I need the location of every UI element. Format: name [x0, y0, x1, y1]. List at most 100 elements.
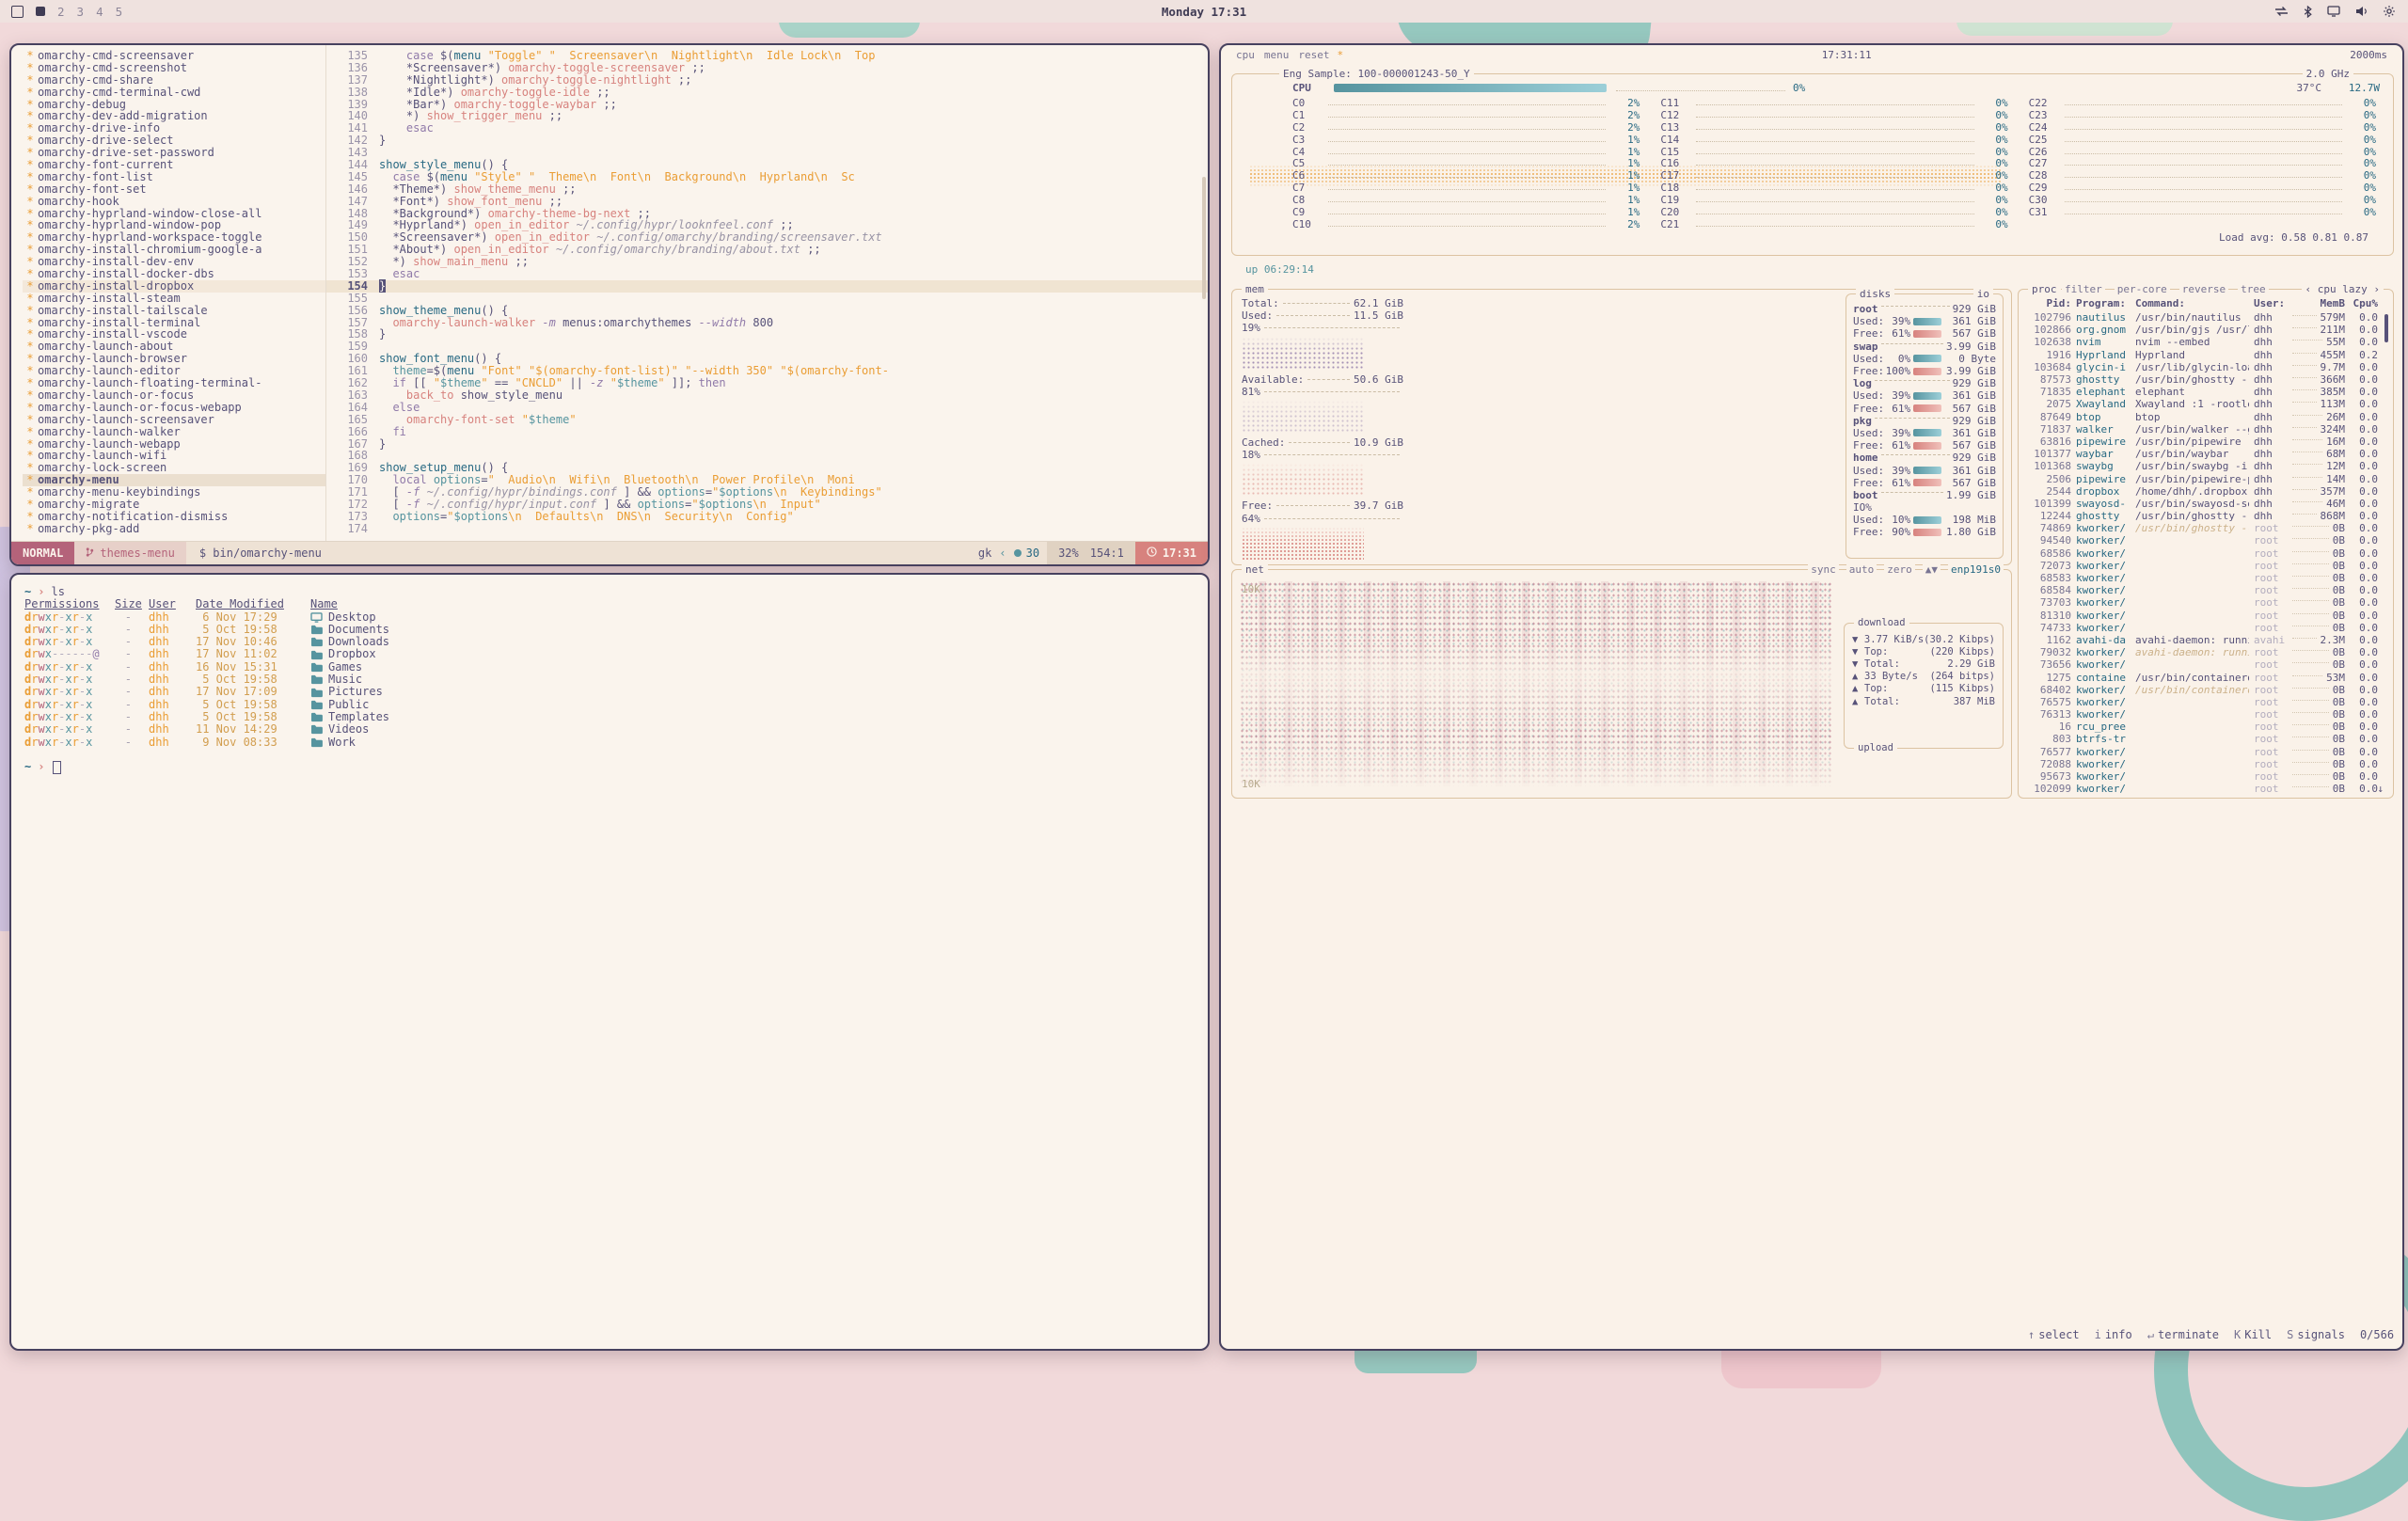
process-row[interactable]: 101377 waybar /usr/bin/waybar dhh 68M 0.… [2028, 448, 2378, 460]
process-row[interactable]: 95673 kworker/ root 0B 0.0 [2028, 770, 2378, 783]
file-item[interactable]: * omarchy-migrate [23, 499, 325, 511]
file-item[interactable]: * omarchy-font-set [23, 183, 325, 196]
net-zero-toggle[interactable]: zero [1884, 562, 1915, 577]
code-line[interactable]: 142 } [326, 135, 1208, 147]
proc-sort-mode[interactable]: ‹ cpu lazy › [2302, 282, 2384, 296]
process-row[interactable]: 72073 kworker/ root 0B 0.0 [2028, 560, 2378, 572]
file-item[interactable]: * omarchy-launch-or-focus-webapp [23, 402, 325, 414]
process-row[interactable]: 73703 kworker/ root 0B 0.0 [2028, 596, 2378, 609]
process-row[interactable]: 68583 kworker/ root 0B 0.0 [2028, 572, 2378, 584]
btop-menu-tab[interactable]: cpu [1236, 49, 1255, 61]
process-row[interactable]: 103684 glycin-i /usr/lib/glycin-loaders … [2028, 361, 2378, 373]
process-row[interactable]: 72088 kworker/ root 0B 0.0 [2028, 758, 2378, 770]
terminal-window[interactable]: ~ › ls Permissions Size User Date Modifi… [9, 573, 1210, 1351]
process-row[interactable]: 71837 walker /usr/bin/walker --gappl dhh… [2028, 423, 2378, 436]
code-line[interactable]: 152 *) show_main_menu ;; [326, 256, 1208, 268]
file-item[interactable]: * omarchy-install-steam [23, 293, 325, 305]
code-line[interactable]: 158 } [326, 328, 1208, 341]
proc-header-program[interactable]: Program: [2076, 297, 2131, 309]
process-row[interactable]: 71835 elephant elephant dhh 385M 0.0 [2028, 386, 2378, 398]
proc-per-core-toggle[interactable]: per-core [2115, 282, 2170, 296]
code-line[interactable]: 163 back_to show_style_menu [326, 389, 1208, 402]
process-row[interactable]: 803 btrfs-tr root 0B 0.0 [2028, 733, 2378, 745]
code-line[interactable]: 141 esac [326, 122, 1208, 135]
proc-header-command[interactable]: Command: [2135, 297, 2249, 309]
process-row[interactable]: 68402 kworker/ /usr/bin/containerd root … [2028, 684, 2378, 696]
code-line[interactable]: 165 omarchy-font-set "$theme" [326, 414, 1208, 426]
net-auto-toggle[interactable]: auto [1846, 562, 1877, 577]
proc-header-mem[interactable]: MemB [2292, 297, 2345, 309]
footer-key-hint[interactable]: ↵terminate [2147, 1328, 2219, 1341]
process-row[interactable]: 102099 kworker/ root 0B 0.0 [2028, 783, 2378, 795]
code-line[interactable]: 166 fi [326, 426, 1208, 438]
editor-scrollbar[interactable] [1202, 177, 1206, 299]
proc-tree-toggle[interactable]: tree [2238, 282, 2269, 296]
file-item[interactable]: * omarchy-launch-floating-terminal- [23, 377, 325, 389]
process-row[interactable]: 73656 kworker/ root 0B 0.0 [2028, 658, 2378, 671]
process-row[interactable]: 76575 kworker/ root 0B 0.0 [2028, 696, 2378, 708]
file-item[interactable]: * omarchy-launch-or-focus [23, 389, 325, 402]
code-line[interactable]: 157 omarchy-launch-walker -m menus:omarc… [326, 317, 1208, 329]
file-item[interactable]: * omarchy-cmd-share [23, 74, 325, 87]
process-row[interactable]: 102866 org.gnom /usr/bin/gjs /usr/lib/o … [2028, 324, 2378, 336]
volume-icon[interactable] [2355, 6, 2368, 17]
code-line[interactable]: 174 [326, 523, 1208, 535]
proc-reverse-toggle[interactable]: reverse [2179, 282, 2228, 296]
file-item[interactable]: * omarchy-notification-dismiss [23, 511, 325, 523]
process-row[interactable]: 2075 Xwayland Xwayland :1 -rootless - dh… [2028, 398, 2378, 410]
process-row[interactable]: 16 rcu_pree root 0B 0.0 [2028, 721, 2378, 733]
file-item[interactable]: * omarchy-pkg-add [23, 523, 325, 535]
process-row[interactable]: 2506 pipewire /usr/bin/pipewire-pulse dh… [2028, 472, 2378, 484]
proc-scrollbar[interactable] [2384, 314, 2388, 342]
process-row[interactable]: 2544 dropbox /home/dhh/.dropbox-dist dhh… [2028, 485, 2378, 498]
process-row[interactable]: 68586 kworker/ root 0B 0.0 [2028, 547, 2378, 560]
file-item[interactable]: * omarchy-install-docker-dbs [23, 268, 325, 280]
disks-io-toggle[interactable]: io [1973, 287, 1993, 301]
file-item[interactable]: * omarchy-font-current [23, 159, 325, 171]
scroll-down-icon[interactable]: ↓ [2377, 783, 2384, 795]
footer-key-hint[interactable]: ↑select [2028, 1328, 2080, 1341]
terminal-prompt[interactable]: ~ › [24, 761, 1208, 773]
btop-menu-tab[interactable]: menu [1264, 49, 1290, 61]
process-row[interactable]: 79032 kworker/ avahi-daemon: running [ r… [2028, 646, 2378, 658]
update-interval[interactable]: 2000ms [2350, 49, 2387, 61]
proc-header-user[interactable]: User: [2254, 297, 2288, 309]
file-item[interactable]: * omarchy-cmd-screenshot [23, 62, 325, 74]
process-row[interactable]: 1162 avahi-da avahi-daemon: running [ av… [2028, 634, 2378, 646]
process-row[interactable]: 101399 swayosd- /usr/bin/swayosd-server … [2028, 498, 2378, 510]
net-sync-toggle[interactable]: sync [1808, 562, 1839, 577]
process-row[interactable]: 1275 containe /usr/bin/containerd root 5… [2028, 671, 2378, 683]
code-pane[interactable]: 135 case $(menu "Toggle" " Screensaver\n… [326, 45, 1208, 541]
display-icon[interactable] [2327, 6, 2340, 17]
process-row[interactable]: 87649 btop btop dhh 26M 0.0 [2028, 411, 2378, 423]
bluetooth-icon[interactable] [2304, 6, 2312, 18]
code-line[interactable]: 154 } [326, 280, 1208, 293]
process-row[interactable]: 94540 kworker/ root 0B 0.0 [2028, 534, 2378, 547]
code-line[interactable]: 140 *) show_trigger_menu ;; [326, 110, 1208, 122]
settings-gear-icon[interactable] [2384, 6, 2395, 17]
file-item[interactable]: * omarchy-install-tailscale [23, 305, 325, 317]
file-item[interactable]: * omarchy-launch-screensaver [23, 414, 325, 426]
proc-filter-button[interactable]: filter [2062, 282, 2105, 296]
code-line[interactable]: 173 options="$options\n Defaults\n DNS\n… [326, 511, 1208, 523]
process-row[interactable]: 74733 kworker/ root 0B 0.0 [2028, 622, 2378, 634]
process-row[interactable]: 76313 kworker/ root 0B 0.0 [2028, 708, 2378, 721]
proc-header-cpu[interactable]: Cpu% [2350, 297, 2378, 309]
code-line[interactable]: 153 esac [326, 268, 1208, 280]
process-row[interactable]: 68584 kworker/ root 0B 0.0 [2028, 584, 2378, 596]
process-row[interactable]: 12244 ghostty /usr/bin/ghostty --gtk- dh… [2028, 510, 2378, 522]
footer-key-hint[interactable]: iinfo [2095, 1328, 2132, 1341]
process-row[interactable]: 1916 Hyprland Hyprland dhh 455M 0.2 [2028, 349, 2378, 361]
footer-key-hint[interactable]: KKill [2234, 1328, 2272, 1341]
process-row[interactable]: 87573 ghostty /usr/bin/ghostty --gtk- dh… [2028, 373, 2378, 386]
btop-menu-tab[interactable]: reset [1298, 49, 1329, 61]
process-row[interactable]: 102796 nautilus /usr/bin/nautilus --new … [2028, 311, 2378, 324]
proc-header-pid[interactable]: Pid: [2028, 297, 2071, 309]
code-line[interactable]: 167 } [326, 438, 1208, 451]
footer-key-hint[interactable]: Ssignals [2287, 1328, 2345, 1341]
net-arrows-icon[interactable]: ▲▼ [1923, 562, 1941, 577]
file-item[interactable]: * omarchy-launch-walker [23, 426, 325, 438]
file-item[interactable]: * omarchy-font-list [23, 171, 325, 183]
process-row[interactable]: 74869 kworker/ /usr/bin/ghostty --gtk- r… [2028, 522, 2378, 534]
network-arrows-icon[interactable] [2274, 6, 2289, 17]
